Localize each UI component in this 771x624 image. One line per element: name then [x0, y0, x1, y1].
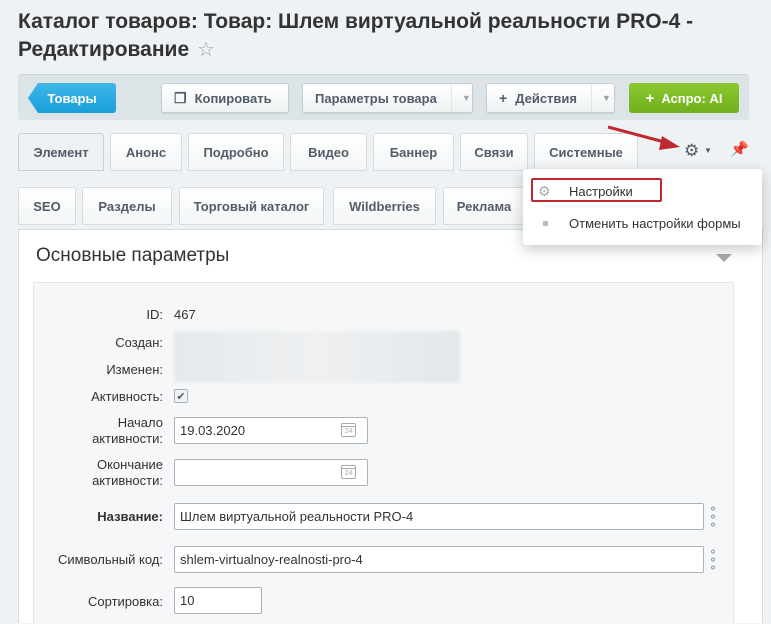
tab-system[interactable]: Системные: [534, 133, 638, 171]
code-input[interactable]: shlem-virtualnoy-realnosti-pro-4: [174, 546, 704, 573]
created-label: Создан:: [115, 335, 163, 350]
actions-label: Действия: [515, 90, 577, 106]
tab-announce[interactable]: Анонс: [110, 133, 182, 171]
start-label: Начало активности:: [92, 415, 163, 447]
end-label-line2: активности:: [92, 473, 163, 488]
product-params-label: Параметры товара: [315, 90, 437, 106]
id-value: 467: [174, 307, 196, 322]
id-label: ID:: [146, 307, 163, 322]
chevron-down-icon: ▼: [450, 84, 471, 112]
tab-banner[interactable]: Баннер: [373, 133, 454, 171]
product-params-button[interactable]: Параметры товара ▼: [302, 83, 473, 113]
name-input[interactable]: Шлем виртуальной реальности PRO-4: [174, 503, 704, 530]
modified-label: Изменен:: [106, 362, 163, 377]
active-label: Активность:: [91, 389, 163, 404]
actions-button[interactable]: + Действия ▼: [486, 83, 615, 113]
end-label: Окончание активности:: [92, 457, 163, 489]
settings-dropdown: ⚙ Настройки Отменить настройки формы: [523, 169, 762, 245]
link-chain-icon[interactable]: ⚬ ⚬ ⚬: [708, 503, 718, 531]
calendar-icon[interactable]: 24: [341, 465, 356, 479]
end-date-input[interactable]: [174, 459, 368, 486]
start-label-line2: активности:: [92, 431, 163, 446]
calendar-icon[interactable]: 24: [341, 423, 356, 437]
start-date-value: 19.03.2020: [180, 423, 246, 438]
end-label-line1: Окончание: [96, 457, 163, 472]
form-area: ID: 467 Создан: Изменен: Активность: ✔ Н…: [33, 282, 734, 624]
page-title-text: Каталог товаров: Товар: Шлем виртуальной…: [18, 10, 694, 61]
name-value: Шлем виртуальной реальности PRO-4: [180, 509, 414, 524]
copy-button[interactable]: ❐ Копировать: [161, 83, 289, 113]
toolbar: Товары ❐ Копировать Параметры товара ▼ +…: [18, 74, 749, 120]
page-title: Каталог товаров: Товар: Шлем виртуальной…: [18, 8, 763, 64]
section-title: Основные параметры: [36, 245, 230, 266]
tab-seo[interactable]: SEO: [18, 187, 76, 225]
name-label: Название:: [97, 509, 163, 524]
collapse-triangle-icon[interactable]: [716, 254, 732, 262]
sort-label: Сортировка:: [88, 594, 163, 609]
sort-input[interactable]: 10: [174, 587, 262, 614]
bullet-icon: [543, 220, 548, 226]
copy-button-label: Копировать: [194, 90, 272, 106]
tab-links[interactable]: Связи: [460, 133, 528, 171]
tab-element[interactable]: Элемент: [18, 133, 104, 171]
aspro-ai-button[interactable]: + Аспро: AI: [629, 83, 739, 113]
tab-ads[interactable]: Реклама: [443, 187, 525, 225]
copy-icon: ❐: [174, 89, 187, 106]
plus-icon: +: [499, 90, 508, 106]
back-to-products-button[interactable]: Товары: [28, 83, 116, 113]
tab-trade-catalog[interactable]: Торговый каталог: [179, 187, 324, 225]
main-params-panel: Основные параметры ID: 467 Создан: Измен…: [18, 229, 763, 624]
tabs-row-main: Элемент Анонс Подробно Видео Баннер Связ…: [18, 133, 763, 173]
sort-value: 10: [180, 593, 195, 608]
gear-icon: ⚙: [538, 182, 551, 199]
menu-item-reset-label: Отменить настройки формы: [569, 215, 741, 231]
chevron-down-icon[interactable]: ▼: [704, 146, 712, 155]
link-chain-icon[interactable]: ⚬ ⚬ ⚬: [708, 546, 718, 574]
tab-wildberries[interactable]: Wildberries: [333, 187, 436, 225]
menu-item-reset-form[interactable]: Отменить настройки формы: [523, 209, 762, 237]
active-checkbox[interactable]: ✔: [174, 389, 188, 403]
code-label: Символьный код:: [57, 552, 163, 567]
checkmark-icon: ✔: [176, 390, 186, 403]
code-value: shlem-virtualnoy-realnosti-pro-4: [180, 552, 363, 567]
chevron-down-icon: ▼: [591, 84, 611, 112]
gear-icon[interactable]: ⚙: [684, 141, 699, 161]
plus-icon: +: [645, 89, 655, 107]
menu-item-settings[interactable]: ⚙ Настройки: [523, 177, 762, 205]
created-modified-blurred: [174, 331, 460, 383]
tab-video[interactable]: Видео: [290, 133, 367, 171]
aspro-ai-label: Аспро: AI: [661, 90, 723, 106]
star-icon[interactable]: ☆: [197, 39, 215, 61]
pin-icon[interactable]: 📌: [730, 140, 749, 158]
tab-sections[interactable]: Разделы: [82, 187, 172, 225]
menu-item-settings-label: Настройки: [569, 183, 633, 199]
start-date-input[interactable]: 19.03.2020: [174, 417, 368, 444]
start-label-line1: Начало: [117, 415, 163, 430]
tab-details[interactable]: Подробно: [188, 133, 284, 171]
